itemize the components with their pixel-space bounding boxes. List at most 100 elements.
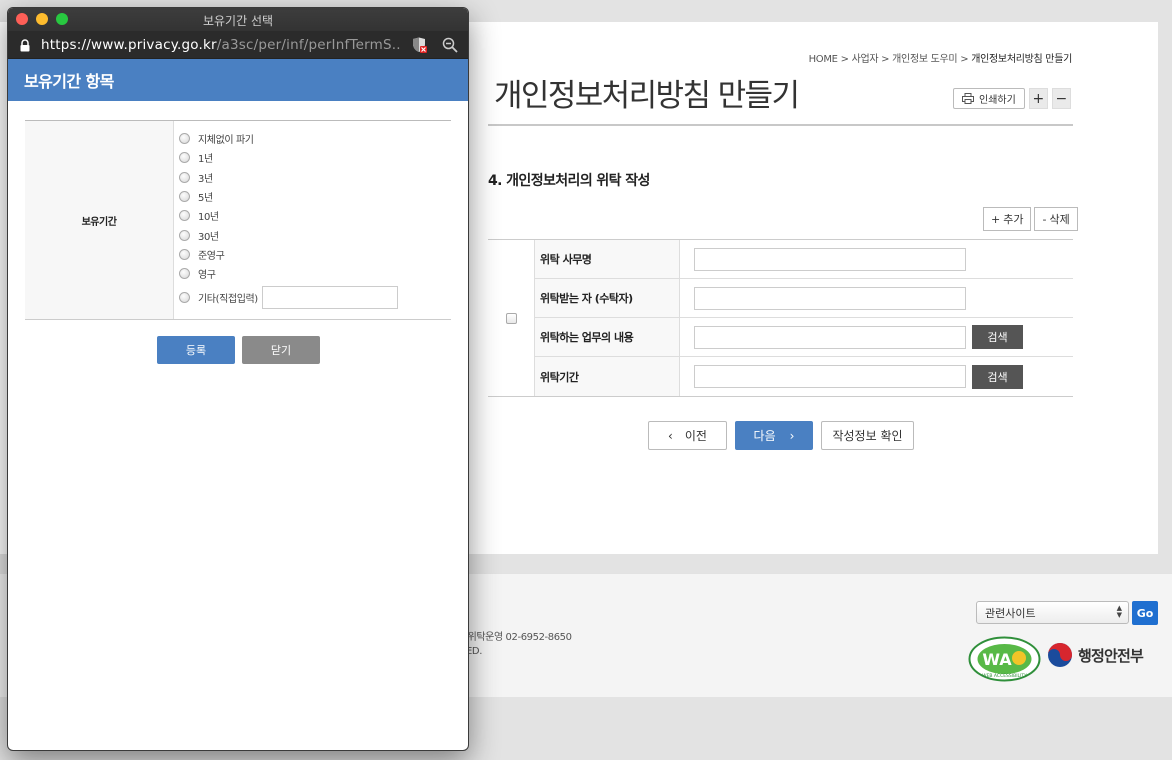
go-button[interactable]: Go — [1132, 601, 1158, 625]
task-content-input[interactable] — [694, 325, 966, 349]
radio-label: 10년 — [198, 212, 219, 224]
radio-label: 5년 — [198, 193, 213, 205]
add-label: 추가 — [1003, 213, 1024, 226]
add-row-button[interactable]: + 추가 — [983, 207, 1032, 231]
taegeuk-icon — [1048, 643, 1072, 667]
url-path: /a3sc/per/inf/perInfTermS... — [216, 37, 401, 53]
popup-actions: 등록 닫기 — [157, 336, 320, 364]
prev-button[interactable]: ‹ 이전 — [648, 421, 727, 450]
zoom-out-button[interactable]: − — [1051, 88, 1071, 109]
breadcrumb-separator: > — [881, 54, 890, 65]
row-select-cell — [488, 240, 535, 396]
row-label: 위탁 사무명 — [535, 240, 680, 278]
retention-label: 보유기간 — [25, 121, 174, 320]
minus-icon: - — [1042, 212, 1047, 226]
table-row: 위탁 사무명 — [535, 240, 1073, 279]
lock-icon — [20, 39, 30, 52]
page-title: 개인정보처리방침 만들기 — [494, 78, 800, 114]
radio-label: 준영구 — [198, 250, 225, 262]
breadcrumb-separator: > — [840, 54, 849, 65]
table-row: 위탁하는 업무의 내용 검색 — [535, 318, 1073, 357]
chevron-left-icon: ‹ — [668, 428, 673, 443]
window-titlebar[interactable]: 보유기간 선택 — [8, 8, 468, 31]
radio-option[interactable]: 10년 — [179, 206, 451, 225]
breadcrumb-item[interactable]: 사업자 — [852, 54, 879, 65]
radio-button[interactable] — [179, 229, 190, 241]
radio-button[interactable] — [179, 248, 190, 260]
address-bar[interactable]: https://www.privacy.go.kr/a3sc/per/inf/p… — [8, 31, 468, 59]
radio-option[interactable]: 영구 — [179, 264, 451, 283]
register-button[interactable]: 등록 — [157, 336, 235, 364]
step-navigation: ‹ 이전 다음 › 작성정보 확인 — [648, 421, 914, 450]
table-tools: + 추가 - 삭제 — [983, 207, 1078, 231]
title-divider — [488, 124, 1073, 126]
trustee-input[interactable] — [694, 286, 966, 310]
search-button[interactable]: 검색 — [972, 364, 1023, 389]
zoom-in-button[interactable]: + — [1028, 88, 1048, 109]
radio-option[interactable]: 3년 — [179, 168, 451, 187]
radio-label: 1년 — [198, 154, 213, 166]
window-title: 보유기간 선택 — [202, 14, 274, 28]
mois-logo[interactable]: 행정안전부 — [1047, 642, 1144, 668]
next-button[interactable]: 다음 › — [735, 421, 813, 450]
breadcrumb-item[interactable]: 개인정보 도우미 — [892, 54, 957, 65]
breadcrumb-home[interactable]: HOME — [809, 54, 838, 65]
radio-button[interactable] — [179, 133, 190, 145]
prev-label: 이전 — [684, 429, 707, 443]
radio-option[interactable]: 1년 — [179, 148, 451, 167]
table-row: 위탁받는 자 (수탁자) — [535, 279, 1073, 318]
radio-label: 기타(직접입력) — [198, 293, 258, 305]
related-sites-value: 관련사이트 — [985, 606, 1036, 620]
delete-label: 삭제 — [1049, 213, 1070, 226]
other-period-input[interactable] — [261, 285, 398, 309]
retention-options: 지체없이 파기 1년 3년 5년 10년 30년 준영구 영구 기타(직접입력) — [174, 121, 451, 319]
radio-button[interactable] — [179, 291, 190, 303]
shield-icon[interactable] — [411, 37, 427, 53]
popup-window: 보유기간 선택 https://www.privacy.go.kr/a3sc/p… — [7, 7, 469, 751]
radio-option[interactable]: 준영구 — [179, 245, 451, 264]
breadcrumb: HOME > 사업자 > 개인정보 도우미 > 개인정보처리방침 만들기 — [809, 50, 1073, 65]
print-button[interactable]: 인쇄하기 — [953, 88, 1025, 109]
plus-icon: + — [991, 212, 1001, 226]
entrust-period-input[interactable] — [694, 365, 966, 388]
radio-button[interactable] — [179, 210, 190, 222]
radio-label: 30년 — [198, 231, 219, 243]
close-button[interactable]: 닫기 — [242, 336, 320, 364]
radio-label: 3년 — [198, 173, 213, 185]
entrust-task-input[interactable] — [694, 247, 966, 271]
entrust-table: 위탁 사무명 위탁받는 자 (수탁자) 위탁하는 업무의 내용 검색 위탁기간 … — [488, 239, 1073, 397]
chevron-right-icon: › — [789, 428, 795, 443]
wa-badge-text: WA — [982, 650, 1012, 669]
radio-label: 지체없이 파기 — [198, 135, 254, 147]
retention-table: 보유기간 지체없이 파기 1년 3년 5년 10년 30년 준영구 영구 기타(… — [25, 120, 451, 321]
row-label: 위탁기간 — [535, 357, 680, 396]
zoom-out-icon[interactable] — [442, 37, 458, 53]
related-sites-select[interactable]: 관련사이트 ▲ ▼ — [976, 601, 1129, 624]
radio-option[interactable]: 30년 — [179, 225, 451, 244]
radio-button[interactable] — [179, 268, 190, 280]
radio-button[interactable] — [179, 171, 190, 183]
table-row: 위탁기간 검색 — [535, 357, 1073, 396]
print-label: 인쇄하기 — [979, 95, 1016, 106]
radio-button[interactable] — [179, 191, 190, 203]
next-label: 다음 — [753, 429, 776, 443]
row-checkbox[interactable] — [505, 312, 517, 324]
title-tools: 인쇄하기 + − — [953, 88, 1071, 109]
confirm-info-button[interactable]: 작성정보 확인 — [821, 421, 914, 450]
printer-icon — [962, 93, 974, 104]
radio-option-other[interactable]: 기타(직접입력) — [179, 283, 451, 311]
radio-option[interactable]: 5년 — [179, 187, 451, 206]
footer-contact: 원 위탁운영 02-6952-8650 — [456, 632, 572, 643]
row-label: 위탁하는 업무의 내용 — [535, 318, 680, 356]
radio-option[interactable]: 지체없이 파기 — [179, 129, 451, 148]
radio-label: 영구 — [198, 270, 216, 282]
section-title: 4. 개인정보처리의 위탁 작성 — [488, 173, 650, 189]
search-button[interactable]: 검색 — [972, 325, 1023, 349]
select-arrows-icon: ▲ ▼ — [1116, 604, 1122, 619]
breadcrumb-current: 개인정보처리방침 만들기 — [971, 54, 1072, 65]
mois-label: 행정안전부 — [1078, 646, 1144, 665]
wa-badge-ring-text: WEB ACCESSIBILITY — [982, 673, 1027, 679]
radio-button[interactable] — [179, 152, 190, 164]
url-text[interactable]: https://www.privacy.go.kr/a3sc/per/inf/p… — [41, 37, 401, 53]
delete-row-button[interactable]: - 삭제 — [1034, 207, 1078, 231]
